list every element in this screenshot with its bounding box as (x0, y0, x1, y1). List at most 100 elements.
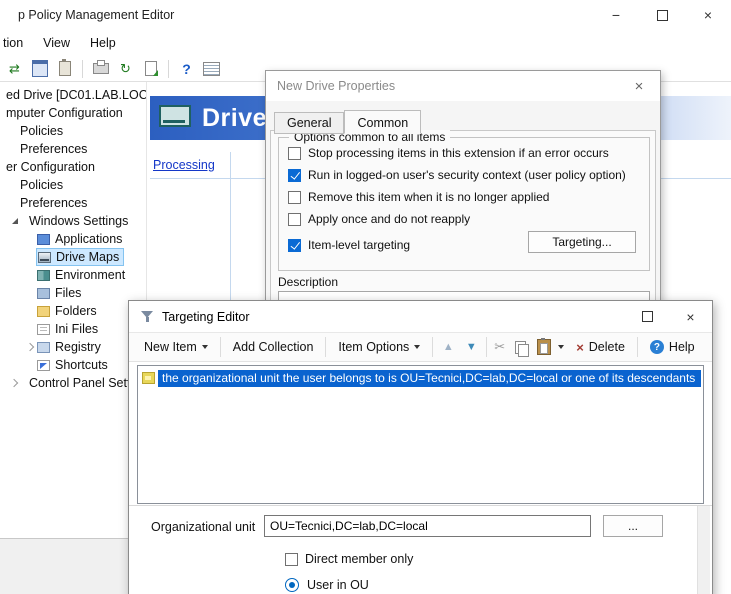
maximize-button[interactable] (626, 301, 669, 332)
clipboard-icon[interactable] (54, 59, 75, 78)
print-icon[interactable] (90, 59, 111, 78)
delete-x-icon: × (576, 340, 584, 355)
item-options-label: Item Options (338, 340, 409, 354)
dialog-close-button[interactable]: × (618, 71, 660, 101)
environment-icon (37, 270, 50, 281)
tree-item-label: er Configuration (6, 160, 95, 174)
close-icon: × (686, 309, 694, 325)
tree-item-files[interactable]: Files (0, 284, 146, 302)
expander-spacer (24, 251, 37, 264)
paste-icon[interactable] (537, 339, 551, 355)
minimize-button[interactable]: − (593, 0, 639, 30)
details-scrollbar[interactable] (697, 506, 710, 594)
tab-general[interactable]: General (274, 112, 344, 134)
export-list-icon[interactable] (140, 59, 161, 78)
item-level-targeting-checkbox[interactable] (288, 239, 301, 252)
tree-item-control-panel-settings[interactable]: Control Panel Sett (0, 374, 146, 392)
direct-member-only-label: Direct member only (305, 552, 413, 566)
copy-icon[interactable] (515, 341, 526, 354)
menu-help[interactable]: Help (80, 36, 126, 50)
drive-maps-icon (38, 252, 51, 263)
description-label: Description (278, 275, 338, 289)
move-up-icon[interactable]: ▲ (440, 341, 456, 353)
toolbar-separator (220, 337, 221, 357)
tree-item-user-configuration[interactable]: er Configuration (0, 158, 146, 176)
expander-spacer (24, 269, 37, 282)
run-in-user-context-checkbox[interactable] (288, 169, 301, 182)
refresh-icon[interactable]: ↻ (115, 59, 136, 78)
tree-item-shortcuts[interactable]: Shortcuts (0, 356, 146, 374)
maximize-icon (642, 311, 653, 322)
user-in-ou-row: User in OU (285, 578, 369, 592)
tab-common[interactable]: Common (344, 110, 421, 134)
applications-icon (37, 234, 50, 245)
tree-item-windows-settings[interactable]: Windows Settings (0, 212, 146, 230)
tree-item-user-policies[interactable]: Policies (0, 176, 146, 194)
tree-item-folders[interactable]: Folders (0, 302, 146, 320)
help-button[interactable]: ? Help (645, 337, 700, 357)
tree-item-label: Environment (55, 268, 125, 282)
cut-icon[interactable]: ✂ (494, 339, 505, 355)
move-down-icon[interactable]: ▼ (463, 341, 479, 353)
console-tree-icon[interactable] (29, 59, 50, 78)
tree-item-registry[interactable]: Registry (0, 338, 146, 356)
user-in-ou-radio[interactable] (285, 578, 299, 592)
tree-item-computer-policies[interactable]: Policies (0, 122, 146, 140)
toolbar-separator (486, 337, 487, 357)
tree-item-root[interactable]: ed Drive [DC01.LAB.LOCA (0, 86, 146, 104)
stop-processing-checkbox[interactable] (288, 147, 301, 160)
delete-label: Delete (589, 340, 625, 354)
tree-item-computer-configuration[interactable]: mputer Configuration (0, 104, 146, 122)
targeting-item-icon (142, 372, 155, 384)
checkbox-row: Remove this item when it is no longer ap… (288, 189, 549, 205)
shortcuts-icon (37, 360, 50, 371)
checkbox-label: Apply once and do not reapply (308, 212, 470, 226)
toolbar-separator (168, 60, 169, 78)
expander-spacer (24, 233, 37, 246)
new-item-button[interactable]: New Item (139, 337, 213, 357)
direct-member-only-checkbox[interactable] (285, 553, 298, 566)
remove-when-no-longer-applied-checkbox[interactable] (288, 191, 301, 204)
tree-item-drive-maps[interactable]: Drive Maps (0, 248, 146, 266)
organizational-unit-input[interactable] (264, 515, 591, 537)
toolbar-separator (432, 337, 433, 357)
delete-button[interactable]: × Delete (571, 337, 630, 358)
user-in-ou-label: User in OU (307, 578, 369, 592)
targeting-list-item[interactable]: the organizational unit the user belongs… (140, 369, 701, 387)
item-options-button[interactable]: Item Options (333, 337, 425, 357)
targeting-items-list: the organizational unit the user belongs… (137, 365, 704, 504)
maximize-button[interactable] (639, 0, 685, 30)
tree-item-computer-preferences[interactable]: Preferences (0, 140, 146, 158)
tree-item-ini-files[interactable]: Ini Files (0, 320, 146, 338)
tree-item-label: Control Panel Sett (29, 376, 130, 390)
add-collection-button[interactable]: Add Collection (228, 337, 319, 357)
expand-arrow-icon[interactable] (8, 377, 21, 390)
tree-item-environment[interactable]: Environment (0, 266, 146, 284)
expand-arrow-icon[interactable] (24, 341, 37, 354)
help-icon[interactable]: ? (176, 59, 197, 78)
processing-link[interactable]: Processing (153, 158, 215, 172)
list-view-icon[interactable] (201, 59, 222, 78)
close-button[interactable]: × (685, 0, 731, 30)
expand-arrow-icon[interactable] (8, 215, 21, 228)
folders-icon (37, 306, 50, 317)
tree-item-applications[interactable]: Applications (0, 230, 146, 248)
targeting-button[interactable]: Targeting... (528, 231, 636, 253)
close-icon: × (704, 7, 712, 23)
funnel-icon (141, 310, 154, 323)
tree-item-label: Policies (20, 178, 63, 192)
toolbar-separator (637, 337, 638, 357)
menu-view[interactable]: View (33, 36, 80, 50)
chevron-down-icon[interactable] (558, 345, 564, 349)
help-icon: ? (650, 340, 664, 354)
browse-button[interactable]: ... (603, 515, 663, 537)
back-forward-icon[interactable]: ⇄ (4, 59, 25, 78)
tree-item-label: Files (55, 286, 81, 300)
tree-item-user-preferences[interactable]: Preferences (0, 194, 146, 212)
menu-action[interactable]: tion (0, 36, 33, 50)
tree-horizontal-scrollbar[interactable] (0, 538, 147, 594)
apply-once-checkbox[interactable] (288, 213, 301, 226)
close-button[interactable]: × (669, 301, 712, 332)
tree-item-label: Preferences (20, 196, 87, 210)
new-item-label: New Item (144, 340, 197, 354)
